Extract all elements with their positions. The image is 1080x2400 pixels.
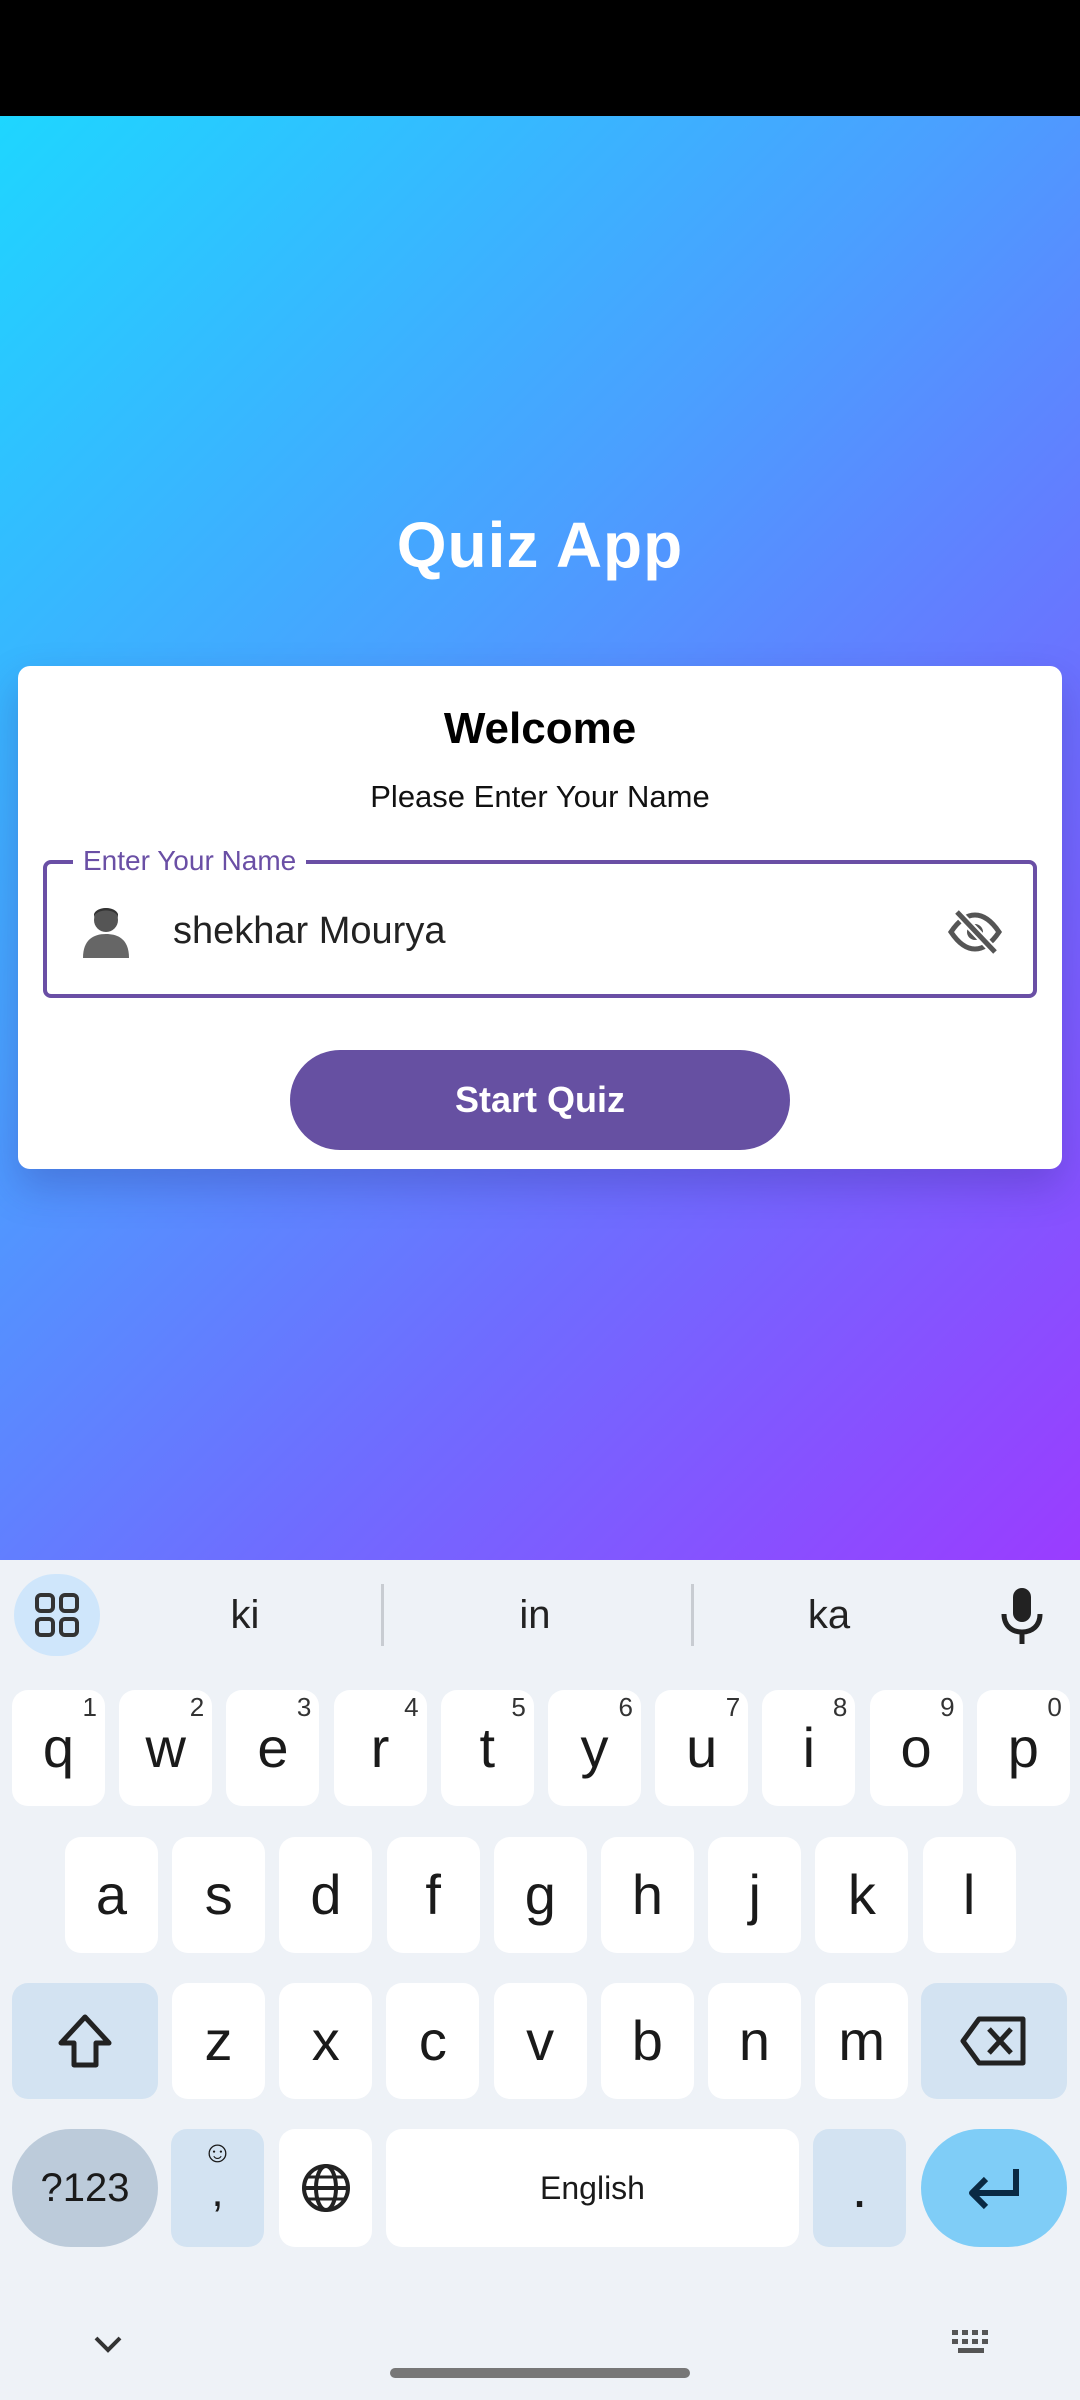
- key-s[interactable]: s: [172, 1837, 266, 1953]
- key-d[interactable]: d: [279, 1837, 373, 1953]
- key-x[interactable]: x: [279, 1983, 373, 2099]
- key-q[interactable]: q1: [12, 1690, 105, 1806]
- key-z[interactable]: z: [172, 1983, 265, 2099]
- suggestion-1[interactable]: ki: [140, 1582, 350, 1648]
- suggestion-2[interactable]: in: [430, 1582, 640, 1648]
- eye-off-icon[interactable]: [945, 902, 1005, 962]
- chevron-down-icon[interactable]: [88, 2324, 128, 2364]
- key-w[interactable]: w2: [119, 1690, 213, 1806]
- key-o[interactable]: o9: [869, 1690, 963, 1806]
- status-bar: [0, 0, 1080, 116]
- key-e[interactable]: e3: [226, 1690, 320, 1806]
- apps-grid-icon: [35, 1593, 79, 1637]
- key-label: e: [257, 1716, 289, 1779]
- backspace-key[interactable]: [921, 1983, 1067, 2099]
- start-quiz-button[interactable]: Start Quiz: [290, 1050, 790, 1150]
- key-n[interactable]: n: [708, 1983, 801, 2099]
- key-hint: 4: [404, 1692, 419, 1722]
- key-hint: 3: [296, 1692, 312, 1722]
- name-field-label: Enter Your Name: [73, 842, 307, 880]
- key-hint: 5: [511, 1692, 526, 1722]
- key-hint: 2: [189, 1692, 205, 1722]
- welcome-subtitle: Please Enter Your Name: [370, 779, 710, 814]
- name-field[interactable]: Enter Your Name: [43, 842, 1037, 998]
- name-input[interactable]: [173, 902, 773, 960]
- key-label: t: [479, 1716, 496, 1779]
- key-l[interactable]: l: [922, 1837, 1016, 1953]
- suggestion-divider: [381, 1584, 384, 1646]
- key-label: p: [1007, 1716, 1039, 1779]
- home-indicator[interactable]: [390, 2368, 690, 2378]
- key-hint: 8: [832, 1692, 848, 1722]
- key-h[interactable]: h: [601, 1837, 694, 1953]
- key-t[interactable]: t5: [440, 1690, 534, 1806]
- key-hint: 6: [618, 1692, 633, 1722]
- shift-key[interactable]: [12, 1983, 158, 2099]
- period-key[interactable]: .: [813, 2129, 906, 2247]
- key-i[interactable]: i8: [762, 1690, 856, 1806]
- suggestion-row: ki in ka: [0, 1560, 1080, 1670]
- keyboard-nav-row: [0, 2300, 1080, 2400]
- key-f[interactable]: f: [386, 1837, 480, 1953]
- symbols-key[interactable]: ?123: [12, 2129, 158, 2247]
- key-label: o: [900, 1716, 932, 1779]
- key-hint: 9: [940, 1692, 955, 1722]
- person-icon: [83, 908, 129, 958]
- key-hint: 1: [82, 1692, 97, 1722]
- key-label: q: [42, 1716, 75, 1779]
- enter-icon: [969, 2169, 1019, 2210]
- key-y[interactable]: y6: [548, 1690, 641, 1806]
- key-m[interactable]: m: [815, 1983, 909, 2099]
- key-label: i: [802, 1716, 816, 1779]
- backspace-icon: [960, 2016, 1026, 2066]
- key-g[interactable]: g: [493, 1837, 587, 1953]
- key-hint: 7: [725, 1692, 741, 1722]
- key-p[interactable]: p0: [976, 1690, 1070, 1806]
- key-k[interactable]: k: [815, 1837, 909, 1953]
- app-background: Quiz App Welcome Please Enter Your Name …: [0, 116, 1080, 1560]
- key-r[interactable]: r4: [333, 1690, 427, 1806]
- app-title: Quiz App: [396, 509, 684, 581]
- key-c[interactable]: c: [386, 1983, 480, 2099]
- key-label: y: [580, 1716, 609, 1779]
- keyboard: ki in ka q1w2e3r4t5y6u7i8o9p0 asdfghjkl …: [0, 1560, 1080, 2400]
- key-label: u: [686, 1716, 718, 1779]
- shift-icon: [58, 2014, 112, 2068]
- welcome-card: Welcome Please Enter Your Name Enter You…: [18, 666, 1062, 1169]
- globe-icon: [301, 2164, 350, 2212]
- key-b[interactable]: b: [600, 1983, 694, 2099]
- mic-icon[interactable]: [992, 1582, 1052, 1648]
- space-key[interactable]: English: [386, 2129, 799, 2247]
- welcome-heading: Welcome: [443, 704, 637, 753]
- key-v[interactable]: v: [493, 1983, 587, 2099]
- suggestion-3[interactable]: ka: [724, 1582, 934, 1648]
- apps-grid-button[interactable]: [14, 1574, 100, 1656]
- enter-key[interactable]: [921, 2129, 1067, 2247]
- key-j[interactable]: j: [708, 1837, 802, 1953]
- key-a[interactable]: a: [65, 1837, 158, 1953]
- key-label: r: [370, 1716, 390, 1779]
- globe-key[interactable]: [279, 2129, 372, 2247]
- keyboard-icon[interactable]: [950, 2324, 994, 2364]
- suggestion-divider: [691, 1584, 694, 1646]
- key-label: w: [145, 1716, 186, 1779]
- key-u[interactable]: u7: [655, 1690, 749, 1806]
- emoji-comma-key[interactable]: ☺ ,: [171, 2129, 264, 2247]
- key-hint: 0: [1047, 1692, 1062, 1722]
- comma-label: ,: [211, 2167, 224, 2216]
